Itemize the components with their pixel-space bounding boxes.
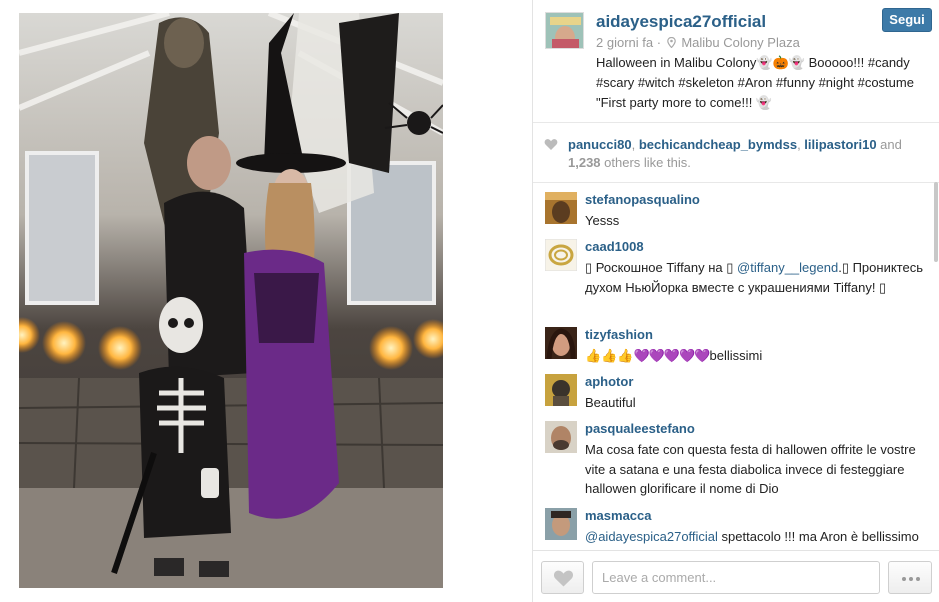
- author-avatar[interactable]: [545, 12, 584, 49]
- comment-text: Yesss: [585, 213, 620, 228]
- commenter-username[interactable]: caad1008: [585, 239, 644, 254]
- commenter-username[interactable]: stefanopasqualino: [585, 192, 700, 207]
- more-dots-icon: [916, 577, 920, 581]
- post-info-pane: aidayespica27official Segui 2 giorni fa …: [533, 0, 939, 602]
- liker-username[interactable]: panucci80: [568, 137, 632, 152]
- mention-link[interactable]: @aidayespica27official: [585, 529, 718, 544]
- commenter-avatar[interactable]: [545, 508, 577, 540]
- instagram-post-view: aidayespica27official Segui 2 giorni fa …: [0, 0, 939, 602]
- photo-pane: [0, 0, 532, 602]
- commenter-avatar[interactable]: [545, 421, 577, 453]
- post-caption: Halloween in Malibu Colony👻🎃👻 Booooo!!! …: [596, 55, 914, 110]
- comment-input[interactable]: [592, 561, 880, 594]
- header-divider: [533, 122, 939, 123]
- comment-text: Beautiful: [585, 395, 636, 410]
- more-dots-icon: [909, 577, 913, 581]
- meta-separator: ·: [656, 35, 662, 50]
- more-options-button[interactable]: [888, 561, 932, 594]
- likes-and: and: [876, 137, 902, 152]
- likes-text: panucci80, bechicandcheap_bymdss, lilipa…: [568, 137, 902, 170]
- comment-item: stefanopasqualino Yesss: [533, 182, 939, 229]
- post-header: aidayespica27official Segui 2 giorni fa …: [533, 0, 939, 122]
- comment-text: @aidayespica27official spettacolo !!! ma…: [585, 529, 919, 544]
- comment-item: masmacca @aidayespica27official spettaco…: [533, 498, 939, 550]
- heart-icon: [553, 570, 574, 587]
- location-pin-icon: [666, 37, 676, 48]
- comment-item: tizyfashion 👍👍👍💜💜💜💜💜bellissimi: [533, 317, 939, 364]
- comment-text: 👍👍👍💜💜💜💜💜bellissimi: [585, 348, 763, 363]
- comment-item: aphotor Beautiful: [533, 364, 939, 411]
- like-button[interactable]: [541, 561, 584, 594]
- likes-suffix: others like this.: [600, 155, 691, 170]
- post-meta: 2 giorni fa · Malibu Colony Plaza: [596, 35, 800, 50]
- comment-item: pasqualeestefano Ma cosa fate con questa…: [533, 411, 939, 498]
- photo-image: [19, 13, 443, 588]
- author-username[interactable]: aidayespica27official: [596, 12, 766, 32]
- post-location[interactable]: Malibu Colony Plaza: [681, 35, 800, 50]
- commenter-avatar[interactable]: [545, 327, 577, 359]
- commenter-avatar[interactable]: [545, 374, 577, 406]
- comment-text: Ma cosa fate con questa festa di hallowe…: [585, 442, 916, 496]
- comments-list[interactable]: stefanopasqualino Yesss caad1008 ▯ Роско…: [533, 182, 939, 550]
- more-dots-icon: [902, 577, 906, 581]
- commenter-avatar[interactable]: [545, 192, 577, 224]
- comment-item: caad1008 ▯ Роскошное Tiffany на ▯ @tiffa…: [533, 229, 939, 317]
- liker-username[interactable]: bechicandcheap_bymdss: [639, 137, 797, 152]
- commenter-username[interactable]: tizyfashion: [585, 327, 653, 342]
- post-time[interactable]: 2 giorni fa: [596, 35, 653, 50]
- liker-username[interactable]: lilipastori10: [804, 137, 876, 152]
- mention-link[interactable]: @tiffany__legend: [737, 260, 838, 275]
- likes-section: panucci80, bechicandcheap_bymdss, lilipa…: [533, 133, 939, 173]
- commenter-username[interactable]: pasqualeestefano: [585, 421, 695, 436]
- commenter-avatar[interactable]: [545, 239, 577, 271]
- post-photo[interactable]: [19, 13, 443, 588]
- comment-text: ▯ Роскошное Tiffany на ▯ @tiffany__legen…: [585, 260, 923, 295]
- follow-button[interactable]: Segui: [882, 8, 932, 32]
- heart-icon: [544, 139, 558, 150]
- comments-scrollbar[interactable]: [934, 182, 938, 262]
- likes-count[interactable]: 1,238: [568, 155, 601, 170]
- commenter-username[interactable]: masmacca: [585, 508, 652, 523]
- comment-footer: [533, 550, 939, 602]
- commenter-username[interactable]: aphotor: [585, 374, 633, 389]
